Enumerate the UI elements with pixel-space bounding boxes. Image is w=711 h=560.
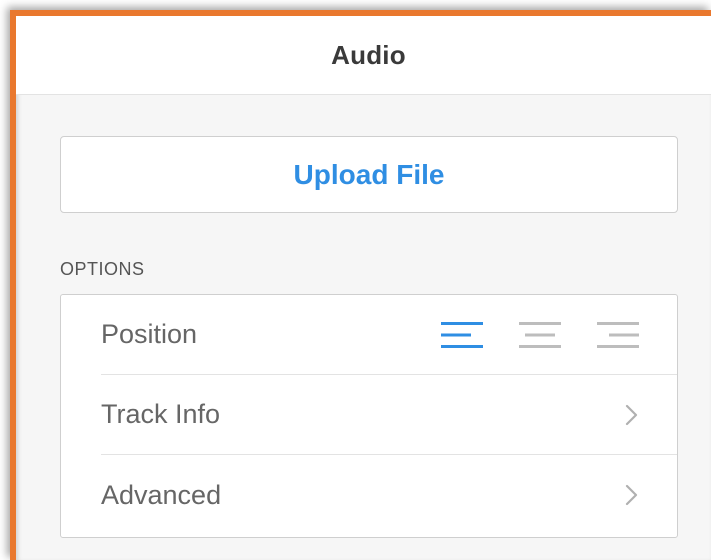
upload-file-button[interactable]: Upload File: [60, 136, 678, 213]
option-row-advanced[interactable]: Advanced: [101, 455, 677, 535]
upload-file-label: Upload File: [293, 158, 445, 190]
option-row-position: Position: [101, 295, 677, 375]
position-label: Position: [101, 319, 198, 349]
align-right-icon[interactable]: [597, 320, 639, 350]
options-list: Position Track Info Advanced: [60, 294, 678, 538]
option-row-track-info[interactable]: Track Info: [101, 375, 677, 455]
position-alignment-group: [441, 320, 639, 350]
align-left-icon[interactable]: [441, 320, 483, 350]
align-center-icon[interactable]: [519, 320, 561, 350]
chevron-right-icon[interactable]: [625, 403, 639, 427]
advanced-label: Advanced: [101, 479, 222, 510]
options-section-label: OPTIONS: [60, 259, 145, 279]
panel-title: Audio: [331, 39, 406, 70]
chevron-right-icon[interactable]: [625, 483, 639, 507]
audio-panel-frame: Audio Upload File OPTIONS Position Track…: [10, 10, 711, 560]
panel-header: Audio: [16, 16, 711, 95]
track-info-label: Track Info: [101, 399, 221, 429]
